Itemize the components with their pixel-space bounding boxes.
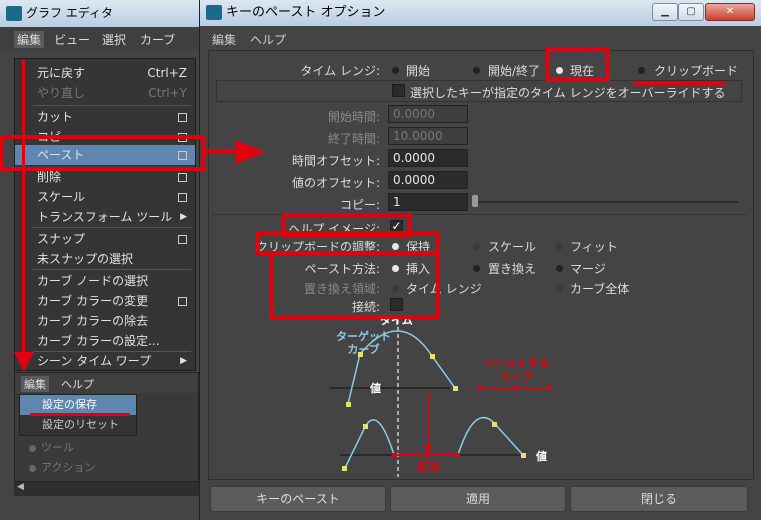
region-whole-curve-label: カーブ全体 [570, 282, 630, 296]
menu-item-select-unsnapped[interactable]: 未スナップの選択 [15, 249, 195, 269]
time-offset-label: 時間オフセット: [291, 154, 380, 168]
override-label: 選択したキーが指定のタイム レンジをオーバーライドする [410, 86, 726, 100]
graph-editor-title: グラフ エディタ [26, 6, 113, 20]
current-highlight-box [546, 48, 610, 82]
menu-select[interactable]: 選択 [102, 31, 126, 48]
diagram-target-curve-label: ターゲット カーブ [336, 330, 391, 356]
adjust-fit-radio[interactable] [556, 243, 563, 250]
dialog-title: キーのペースト オプション [226, 5, 386, 20]
time-range-clipboard-radio[interactable] [638, 67, 645, 74]
graph-editor-menubar: 編集 ビュー 選択 カーブ [0, 27, 200, 49]
value-offset-label: 値のオフセット: [291, 176, 380, 190]
end-time-label: 終了時間: [327, 132, 380, 146]
end-time-field[interactable]: 10.0000 [388, 127, 468, 145]
maya-logo-icon [6, 6, 22, 21]
menu-item-remove-curve-color[interactable]: カーブ カラーの除去 [15, 311, 195, 331]
minimize-button[interactable]: ▁ [652, 3, 678, 21]
options-menu-help[interactable]: ヘルプ [61, 376, 94, 392]
copies-slider-handle[interactable] [472, 195, 478, 207]
tool-label: ツール [41, 441, 74, 454]
method-replace-label: 置き換え [488, 262, 537, 276]
start-time-label: 開始時間: [327, 110, 380, 124]
annotation-arrow-head-right [236, 140, 266, 164]
menu-item-transform-tool[interactable]: トランスフォーム ツール ▶ [15, 207, 195, 227]
adjust-fit-label: フィット [570, 240, 618, 254]
value-offset-field[interactable]: 0.0000 [388, 171, 468, 189]
annotation-vertical-line [22, 60, 25, 358]
method-merge-label: マージ [570, 262, 606, 276]
diagram-paste-curve-label: ペーストする カーブ [484, 357, 550, 383]
save-settings-item[interactable]: 設定の保存 [20, 395, 136, 415]
close-button[interactable]: 閉じる [570, 486, 748, 512]
options-menubar: 編集 ヘルプ [15, 373, 198, 393]
menu-item-change-curve-color[interactable]: カーブ カラーの変更 [15, 291, 195, 311]
copies-label: コピー: [339, 198, 380, 212]
time-range-start-label: 開始 [406, 64, 431, 78]
menu-item-snap[interactable]: スナップ [15, 229, 195, 249]
maya-logo-icon [206, 5, 222, 20]
diagram-result-label: 結果 [418, 460, 440, 473]
menu-item-scene-time-warp[interactable]: シーン タイム ワープ ▶ [15, 351, 195, 371]
method-merge-radio[interactable] [556, 265, 563, 272]
apply-button[interactable]: 適用 [390, 486, 566, 512]
time-range-start-end-label: 開始/終了 [488, 64, 541, 78]
close-window-button[interactable]: ✕ [705, 3, 755, 21]
copies-field[interactable]: 1 [388, 193, 468, 211]
time-offset-field[interactable]: 0.0000 [388, 149, 468, 167]
reset-settings-item[interactable]: 設定のリセット [20, 415, 136, 435]
menu-item-select-curve-nodes[interactable]: カーブ ノードの選択 [15, 271, 195, 291]
time-range-start-radio[interactable] [392, 67, 399, 74]
action-radio[interactable] [29, 465, 36, 472]
paste-highlight-box [0, 135, 206, 171]
adjust-scale-radio[interactable] [473, 243, 480, 250]
graph-editor-titlebar: グラフ エディタ [0, 0, 200, 27]
annotation-arrow-head-down [14, 352, 34, 372]
method-replace-radio[interactable] [473, 265, 480, 272]
menu-curve[interactable]: カーブ [140, 31, 175, 48]
dialog-menubar: 編集 ヘルプ [200, 26, 761, 48]
adjust-scale-label: スケール [488, 240, 537, 254]
menu-view[interactable]: ビュー [54, 31, 90, 48]
options-panel: 編集 ヘルプ 設定の保存 設定のリセット ツール アクション [14, 372, 199, 482]
diagram-value-label-top: 値 [370, 382, 381, 395]
time-range-start-end-radio[interactable] [473, 67, 480, 74]
clipboard-underline [634, 82, 726, 85]
action-label: アクション [41, 461, 96, 474]
options-menu-edit[interactable]: 編集 [21, 376, 49, 392]
dialog-menu-help[interactable]: ヘルプ [250, 31, 286, 48]
menu-item-redo[interactable]: やり直し Ctrl+Y [15, 83, 195, 103]
menu-item-cut[interactable]: カット [15, 107, 195, 127]
scroll-left-icon[interactable]: ◀ [17, 482, 24, 492]
menu-item-undo[interactable]: 元に戻す Ctrl+Z [15, 63, 195, 83]
paste-keys-button[interactable]: キーのペースト [210, 486, 386, 512]
paste-method-highlight-box [270, 251, 440, 319]
copies-slider-track[interactable] [476, 201, 738, 203]
scrollbar[interactable]: ◀ [14, 482, 199, 496]
diagram-value-label-bottom: 値 [536, 450, 547, 463]
region-whole-curve-radio[interactable] [556, 285, 563, 292]
time-range-label: タイム レンジ: [300, 64, 380, 78]
menu-item-scale[interactable]: スケール [15, 187, 195, 207]
menu-edit[interactable]: 編集 [14, 31, 45, 48]
save-settings-underline [30, 413, 130, 416]
start-time-field[interactable]: 0.0000 [388, 105, 468, 123]
graph-editor-window: グラフ エディタ 編集 ビュー 選択 カーブ 元に戻す Ctrl+Z やり直し Ct… [0, 0, 200, 520]
menu-item-set-curve-color[interactable]: カーブ カラーの設定... [15, 331, 195, 351]
dialog-titlebar: キーのペースト オプション ▁ ▢ ✕ [200, 0, 761, 26]
maximize-button[interactable]: ▢ [678, 3, 704, 21]
override-checkbox[interactable] [392, 84, 405, 97]
dialog-menu-edit[interactable]: 編集 [212, 31, 236, 48]
edit-menu: 元に戻す Ctrl+Z やり直し Ctrl+Y カット コピー ペースト 削除 スケ… [14, 58, 196, 371]
time-range-clipboard-label: クリップボード [654, 64, 739, 78]
tool-radio[interactable] [29, 445, 36, 452]
